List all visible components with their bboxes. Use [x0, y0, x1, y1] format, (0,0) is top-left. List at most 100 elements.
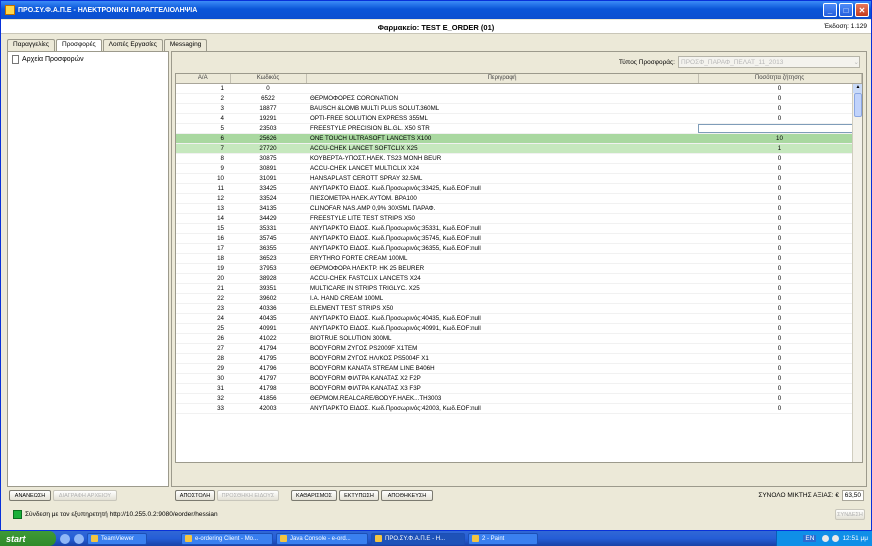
table-row[interactable]: 3 18877 BAUSCH &LOMB MULTI PLUS SOLUT.360M…: [176, 103, 861, 114]
table-row[interactable]: 15 35331 ΑΝΥΠΑΡΚΤΟ ΕΙΔΟΣ. Κωδ.Προσωρινός:3…: [176, 223, 861, 234]
taskbar-item-eordering[interactable]: e-ordering Client - Mo...: [181, 532, 273, 545]
table-row[interactable]: 14 34429 FREESTYLE LITE TEST STRIPS X50 0: [176, 213, 861, 224]
table-row[interactable]: 13 34135 CLINOFAR NAS.AMP 0,9% 30X5ML ΠΑΡΑ…: [176, 203, 861, 214]
send-button[interactable]: ΑΠΟΣΤΟΛΗ: [175, 490, 215, 501]
save-button[interactable]: ΑΠΟΘΗΚΕΥΣΗ: [381, 490, 433, 501]
cell-quantity[interactable]: [698, 123, 861, 134]
table-row[interactable]: 27 41794 BODYFORM ΖΥΓΟΣ PS2009F X1TEM 0: [176, 343, 861, 354]
tab-other-tasks[interactable]: Λοιπές Εργασίες: [102, 39, 163, 51]
tab-messaging[interactable]: Messaging: [163, 39, 208, 51]
cell-quantity[interactable]: 0: [698, 333, 861, 344]
cell-quantity[interactable]: 0: [698, 393, 861, 404]
minimize-button[interactable]: _: [823, 3, 837, 17]
cell-quantity[interactable]: 0: [698, 353, 861, 364]
cell-quantity[interactable]: 0: [698, 93, 861, 104]
cell-quantity[interactable]: 0: [698, 243, 861, 254]
table-row[interactable]: 26 41022 BIOTRUE SOLUTION 300ML 0: [176, 333, 861, 344]
print-button[interactable]: ΕΚΤΥΠΩΣΗ: [339, 490, 379, 501]
cell-quantity[interactable]: 0: [698, 83, 861, 94]
cell-quantity[interactable]: 0: [698, 233, 861, 244]
table-row[interactable]: 23 40336 ELEMENT TEST STRIPS X50 0: [176, 303, 861, 314]
column-header-code[interactable]: Κωδικός: [230, 74, 307, 84]
language-indicator[interactable]: EN: [803, 535, 817, 542]
taskbar-item-teamviewer[interactable]: TeamViewer: [87, 532, 147, 545]
taskbar-item-prosyfape[interactable]: ΠΡΟ.ΣΥ.Φ.Α.Π.Ε - Η...: [371, 532, 465, 545]
maximize-button[interactable]: □: [839, 3, 853, 17]
cell-quantity[interactable]: 0: [698, 173, 861, 184]
delete-file-button[interactable]: ΔΙΑΓΡΑΦΗ ΑΡΧΕΙΟΥ: [53, 490, 117, 501]
taskbar-item-paint[interactable]: 2 - Paint: [468, 532, 538, 545]
table-row[interactable]: 24 40435 ΑΝΥΠΑΡΚΤΟ ΕΙΔΟΣ. Κωδ.Προσωρινός:4…: [176, 313, 861, 324]
table-row[interactable]: 21 39351 MULTICARE IN STRIPS TRIGLYC. X25 0: [176, 283, 861, 294]
table-row[interactable]: 28 41795 BODYFORM ΖΥΓΟΣ ΗΛ/ΚΟΣ PS5004F X1 0: [176, 353, 861, 364]
column-header-description[interactable]: Περιγραφή: [306, 74, 699, 84]
title-bar[interactable]: ΠΡΟ.ΣΥ.Φ.Α.Π.Ε - ΗΛΕΚΤΡΟΝΙΚΗ ΠΑΡΑΓΓΕΛΙΟΛ…: [1, 1, 871, 19]
table-row[interactable]: 25 40991 ΑΝΥΠΑΡΚΤΟ ΕΙΔΟΣ. Κωδ.Προσωρινός:4…: [176, 323, 861, 334]
table-row[interactable]: 22 39602 I.A. HAND CREAM 100ML 0: [176, 293, 861, 304]
close-button[interactable]: ✕: [855, 3, 869, 17]
table-row[interactable]: 17 36355 ΑΝΥΠΑΡΚΤΟ ΕΙΔΟΣ. Κωδ.Προσωρινός:3…: [176, 243, 861, 254]
table-row[interactable]: 2 6522 ΘΕΡΜΟΦΟΡΕΣ CORONATION 0: [176, 93, 861, 104]
cell-quantity[interactable]: 0: [698, 113, 861, 124]
table-row[interactable]: 9 30891 ACCU-CHEK LANCET MULTICLIX X24 0: [176, 163, 861, 174]
cell-quantity[interactable]: 0: [698, 213, 861, 224]
table-row[interactable]: 7 27720 ACCU-CHEK LANCET SOFTCLIX X25 1: [176, 143, 861, 154]
table-row[interactable]: 19 37953 ΘΕΡΜΟΦΟΡΑ ΗΛΕΚΤΡ. HK 25 BEURER 0: [176, 263, 861, 274]
table-row[interactable]: 10 31091 HANSAPLAST CEROTT SPRAY 32.5ML 0: [176, 173, 861, 184]
quicklaunch-ie-icon[interactable]: [60, 533, 70, 544]
table-row[interactable]: 30 41797 BODYFORM ΦΙΛΤΡΑ ΚΑΝΑΤΑΣ X2 F2P 0: [176, 373, 861, 384]
cell-quantity[interactable]: 0: [698, 183, 861, 194]
cell-quantity[interactable]: 0: [698, 283, 861, 294]
cell-quantity[interactable]: 10: [698, 133, 861, 144]
cell-quantity[interactable]: 0: [698, 193, 861, 204]
taskbar-item-java-console[interactable]: Java Console - e-ord...: [276, 532, 368, 545]
tree-item-offer-files[interactable]: Αρχεία Προσφορών: [8, 52, 168, 67]
chevron-down-icon[interactable]: ⌄: [854, 58, 859, 66]
cell-quantity[interactable]: 0: [698, 383, 861, 394]
cell-quantity[interactable]: 0: [698, 103, 861, 114]
quicklaunch-firefox-icon[interactable]: [74, 533, 84, 544]
table-row[interactable]: 18 36523 ERYTHRO FORTE CREAM 100ML 0: [176, 253, 861, 264]
network-icon[interactable]: [822, 535, 830, 542]
volume-icon[interactable]: [832, 535, 840, 542]
table-row[interactable]: 20 38928 ACCU-CHEK FASTCLIX LANCETS X24 0: [176, 273, 861, 284]
cell-quantity[interactable]: 0: [698, 293, 861, 304]
table-row[interactable]: 31 41798 BODYFORM ΦΙΛΤΡΑ ΚΑΝΑΤΑΣ X3 F3P 0: [176, 383, 861, 394]
table-row[interactable]: 4 19291 OPTI-FREE SOLUTION EXPRESS 355ML 0: [176, 113, 861, 124]
connect-button[interactable]: ΣΥΝΔΕΣΗ: [835, 509, 865, 520]
column-header-aa[interactable]: Α/Α: [176, 74, 231, 84]
cell-quantity[interactable]: 0: [698, 313, 861, 324]
table-row[interactable]: 8 30875 ΚΟΥΒΕΡΤΑ-ΥΠΟΣΤ.ΗΛΕΚ. TS23 MONH BEU…: [176, 153, 861, 164]
scroll-up-arrow[interactable]: ▲: [853, 84, 862, 93]
table-row[interactable]: 32 41856 ΘΕΡΜΟΜ.REALCARE/BODYF.ΗΛΕΚ...TH30…: [176, 393, 861, 404]
cell-quantity[interactable]: 0: [698, 263, 861, 274]
table-row[interactable]: 6 25626 ONE TOUCH ULTRASOFT LANCETS X100 10: [176, 133, 861, 144]
cell-quantity[interactable]: 0: [698, 373, 861, 384]
start-button[interactable]: start: [0, 531, 56, 546]
add-item-button[interactable]: ΠΡΟΣΘΗΚΗ ΕΙΔΟΥΣ: [217, 490, 279, 501]
table-row[interactable]: 12 33524 ΠΙΕΣΟΜΕΤΡΑ ΗΛΕΚ.ΑΥΤΟΜ. BPA100 0: [176, 193, 861, 204]
cell-quantity[interactable]: 0: [698, 273, 861, 284]
table-row[interactable]: 33 42003 ΑΝΥΠΑΡΚΤΟ ΕΙΔΟΣ. Κωδ.Προσωρινός:4…: [176, 403, 861, 414]
column-header-quantity[interactable]: Ποσότητα ζήτησης: [698, 74, 862, 84]
cell-quantity[interactable]: 0: [698, 253, 861, 264]
cell-quantity[interactable]: 0: [698, 163, 861, 174]
table-row[interactable]: 16 35745 ΑΝΥΠΑΡΚΤΟ ΕΙΔΟΣ. Κωδ.Προσωρινός:3…: [176, 233, 861, 244]
cell-quantity[interactable]: 0: [698, 343, 861, 354]
table-row[interactable]: 5 23503 FREESTYLE PRECISION BL.GL. X50 STR: [176, 123, 861, 134]
table-row[interactable]: 11 33425 ΑΝΥΠΑΡΚΤΟ ΕΙΔΟΣ. Κωδ.Προσωρινός:3…: [176, 183, 861, 194]
offer-type-select[interactable]: ΠΡΟΣΦ_ΠΑΡΑΦ_ΠΕΛΑΤ_11_2013 ⌄: [678, 56, 860, 68]
vertical-scrollbar[interactable]: ▲: [852, 84, 862, 462]
table-row[interactable]: 29 41796 BODYFORM ΚΑΝΑΤΑ STREAM LINE B406H…: [176, 363, 861, 374]
cell-quantity[interactable]: 0: [698, 403, 861, 414]
scroll-thumb[interactable]: [854, 93, 862, 117]
table-row[interactable]: 100: [176, 83, 861, 94]
cell-quantity[interactable]: 1: [698, 143, 861, 154]
quantity-edit-field[interactable]: [698, 123, 861, 132]
tab-orders[interactable]: Παραγγελίες: [7, 39, 56, 51]
clear-button[interactable]: ΚΑΘΑΡΙΣΜΟΣ: [291, 490, 337, 501]
cell-quantity[interactable]: 0: [698, 363, 861, 374]
cell-quantity[interactable]: 0: [698, 203, 861, 214]
cell-quantity[interactable]: 0: [698, 223, 861, 234]
refresh-button[interactable]: ΑΝΑΝΕΩΣΗ: [9, 490, 51, 501]
